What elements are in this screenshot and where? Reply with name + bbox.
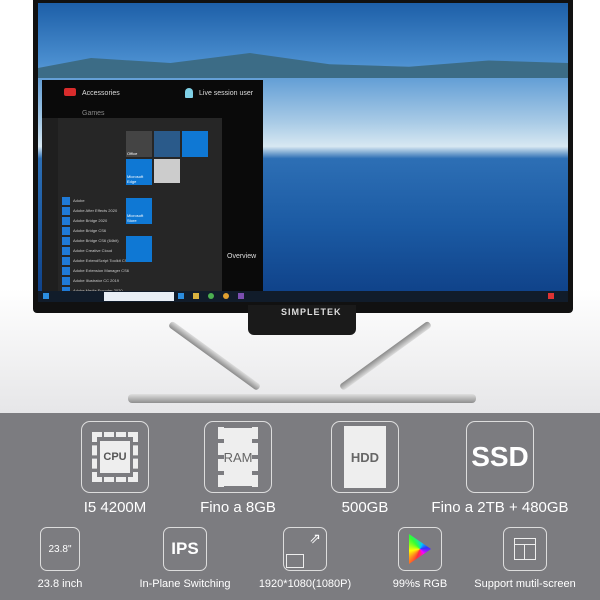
- start-menu: Adobe Adobe After Effects 2020 Adobe Bri…: [42, 118, 222, 295]
- ram-icon: RAM: [204, 421, 272, 493]
- spec-label: Fino a 2TB + 480GB: [431, 499, 569, 516]
- tile-office[interactable]: Office: [126, 131, 152, 157]
- start-app[interactable]: Adobe Bridge CS6 (64bit): [62, 236, 119, 245]
- taskbar-search[interactable]: [104, 292, 174, 301]
- screen-size-icon: 23.8": [40, 527, 80, 571]
- start-app[interactable]: Adobe Extension Manager CS6: [62, 266, 129, 275]
- spec-resolution: ⇗ 1920*1080(1080P): [245, 527, 365, 590]
- start-app[interactable]: Adobe Bridge 2020: [62, 216, 107, 225]
- start-app[interactable]: Adobe: [62, 196, 85, 205]
- spec-label: 23.8 inch: [37, 578, 83, 590]
- spec-multiscreen: Support mutil-screen: [465, 527, 585, 590]
- cpu-icon: CPU: [81, 421, 149, 493]
- start-app[interactable]: Adobe Creative Cloud: [62, 246, 112, 255]
- spec-label: 1920*1080(1080P): [258, 578, 352, 590]
- spec-label: 500GB: [341, 499, 389, 516]
- spec-hdd: HDD 500GB: [310, 421, 420, 516]
- accessories-icon: [64, 88, 76, 96]
- hdd-icon: HDD: [331, 421, 399, 493]
- tile-mail[interactable]: [182, 131, 208, 157]
- resolution-icon: ⇗: [283, 527, 327, 571]
- ssd-icon: SSD: [466, 421, 534, 493]
- multi-screen-icon: [503, 527, 547, 571]
- spec-label: In-Plane Switching: [139, 578, 231, 590]
- taskbar-app-icon[interactable]: [193, 293, 199, 299]
- spec-label: I5 4200M: [83, 499, 147, 516]
- spec-ram: RAM Fino a 8GB: [183, 421, 293, 516]
- accessories-label[interactable]: Accessories: [82, 90, 120, 97]
- taskbar-app-icon[interactable]: [238, 293, 244, 299]
- spec-label: Fino a 8GB: [200, 499, 276, 516]
- tile-app[interactable]: [126, 236, 152, 262]
- taskbar-app-icon[interactable]: [178, 293, 184, 299]
- user-icon: [185, 88, 193, 98]
- spec-ips: IPS In-Plane Switching: [125, 527, 245, 590]
- spec-rgb: 99%s RGB: [380, 527, 460, 590]
- games-label[interactable]: Games: [82, 110, 105, 117]
- start-app[interactable]: Adobe Illustrator CC 2019: [62, 276, 119, 285]
- ips-icon: IPS: [163, 527, 207, 571]
- rgb-gamut-icon: [398, 527, 442, 571]
- specs-panel: CPU I5 4200M RAM Fino a 8GB HDD 500GB SS…: [0, 413, 600, 600]
- taskbar-app-icon[interactable]: [208, 293, 214, 299]
- tile-group[interactable]: [154, 131, 180, 157]
- taskbar-app-icon[interactable]: [223, 293, 229, 299]
- tile-edge[interactable]: Microsoft Edge: [126, 159, 152, 185]
- start-app[interactable]: Adobe Bridge CS6: [62, 226, 106, 235]
- start-app[interactable]: Adobe After Effects 2020: [62, 206, 117, 215]
- start-app[interactable]: Adobe ExtendScript Toolkit CS6: [62, 256, 130, 265]
- start-rail: [42, 118, 58, 295]
- spec-label: 99%s RGB: [392, 578, 448, 590]
- notification-icon[interactable]: [548, 293, 554, 299]
- monitor: Accessories Games Live session user Over…: [33, 0, 573, 313]
- brand-logo: SIMPLETEK: [281, 307, 342, 317]
- spec-ssd: SSD Fino a 2TB + 480GB: [430, 421, 570, 516]
- spec-size: 23.8" 23.8 inch: [20, 527, 100, 590]
- tile-photo[interactable]: [154, 159, 180, 183]
- product-photo: Accessories Games Live session user Over…: [0, 0, 600, 413]
- live-session-user[interactable]: Live session user: [199, 90, 253, 97]
- stand-base: [128, 394, 476, 403]
- windows-start-icon[interactable]: [43, 293, 49, 299]
- overview-label[interactable]: Overview: [227, 253, 256, 260]
- taskbar: [38, 291, 568, 302]
- stand-leg: [167, 320, 262, 391]
- spec-label: Support mutil-screen: [474, 578, 576, 590]
- spec-cpu: CPU I5 4200M: [60, 421, 170, 516]
- monitor-screen: Accessories Games Live session user Over…: [38, 3, 568, 302]
- tile-store[interactable]: Microsoft Store: [126, 198, 152, 224]
